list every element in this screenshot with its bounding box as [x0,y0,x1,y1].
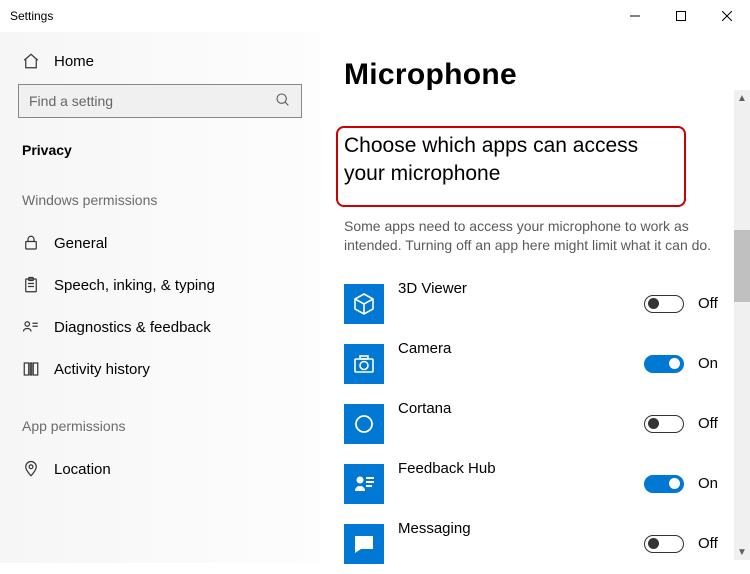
nav-general[interactable]: General [18,222,302,264]
search-box[interactable] [18,84,302,118]
app-icon-feedback-hub [344,464,384,504]
nav-item-label: Activity history [54,361,150,378]
toggle-3d-viewer[interactable] [644,295,684,313]
toggle-state-label: On [698,475,724,492]
nav-diagnostics-feedback[interactable]: Diagnostics & feedback [18,306,302,348]
home-icon [22,52,44,70]
app-row: Messaging Off [344,514,750,574]
app-name: Feedback Hub [398,454,644,477]
nav-home[interactable]: Home [18,42,302,84]
app-row: Feedback Hub On [344,454,750,514]
app-icon-3d-viewer [344,284,384,324]
app-icon-camera [344,344,384,384]
nav-item-label: Diagnostics & feedback [54,319,211,336]
section-title: Choose which apps can access your microp… [344,132,674,189]
scroll-down-arrow[interactable]: ▼ [734,544,750,560]
scroll-up-arrow[interactable]: ▲ [734,90,750,106]
maximize-button[interactable] [658,0,704,32]
toggle-feedback-hub[interactable] [644,475,684,493]
toggle-state-label: Off [698,535,724,552]
minimize-button[interactable] [612,0,658,32]
toggle-messaging[interactable] [644,535,684,553]
app-list: 3D Viewer Off Camera On [344,274,750,574]
clipboard-icon [22,276,44,294]
location-icon [22,460,44,478]
app-icon-cortana [344,404,384,444]
app-icon-messaging [344,524,384,564]
toggle-cortana[interactable] [644,415,684,433]
window-title: Settings [10,9,53,23]
app-row: 3D Viewer Off [344,274,750,334]
feedback-icon [22,318,44,336]
nav-activity-history[interactable]: Activity history [18,348,302,390]
app-row: Camera On [344,334,750,394]
toggle-camera[interactable] [644,355,684,373]
app-name: Camera [398,334,644,357]
category-label: Privacy [18,136,302,182]
app-name: Cortana [398,394,644,417]
group-app-permissions: App permissions [18,390,302,448]
toggle-state-label: Off [698,415,724,432]
titlebar: Settings [0,0,750,32]
search-input[interactable] [29,93,275,109]
group-windows-permissions: Windows permissions [18,182,302,222]
lock-icon [22,234,44,252]
app-row: Cortana Off [344,394,750,454]
main-content: Microphone Choose which apps can access … [320,32,750,563]
nav-item-label: Speech, inking, & typing [54,277,215,294]
nav-home-label: Home [54,53,94,70]
toggle-state-label: Off [698,295,724,312]
highlight-annotation: Choose which apps can access your microp… [336,126,686,207]
page-title: Microphone [344,58,750,92]
nav-location[interactable]: Location [18,448,302,490]
scroll-thumb[interactable] [734,230,750,302]
sidebar: Home Privacy Windows permissions General [0,32,320,563]
app-name: 3D Viewer [398,274,644,297]
search-icon [275,92,291,111]
scrollbar[interactable]: ▲ ▼ [734,90,750,560]
nav-speech-inking-typing[interactable]: Speech, inking, & typing [18,264,302,306]
close-button[interactable] [704,0,750,32]
activity-icon [22,360,44,378]
app-name: Messaging [398,514,644,537]
nav-item-label: General [54,235,107,252]
toggle-state-label: On [698,355,724,372]
nav-item-label: Location [54,461,111,478]
section-description: Some apps need to access your microphone… [344,217,724,256]
